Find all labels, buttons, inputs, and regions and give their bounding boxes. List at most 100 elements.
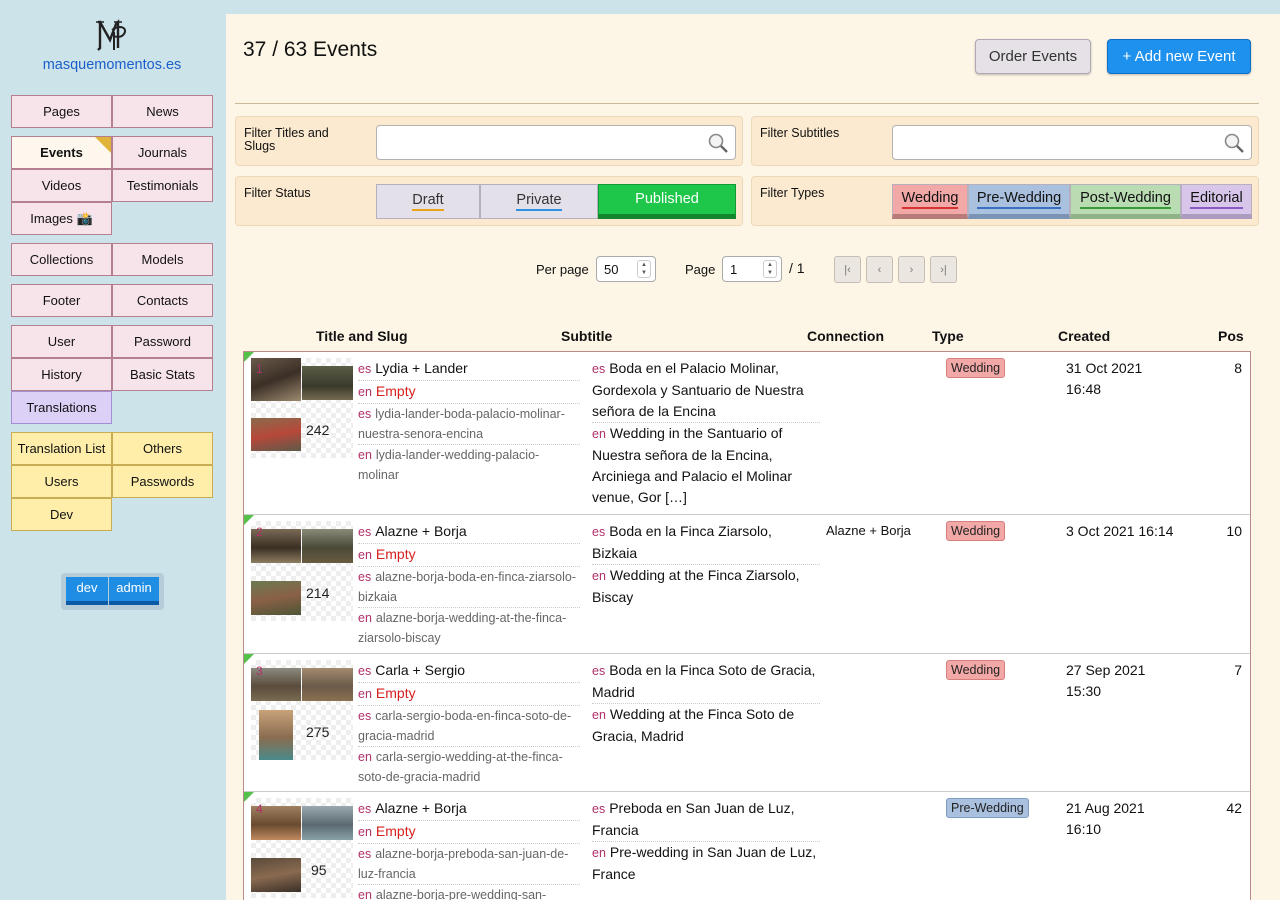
subtitle-text: Boda en la Finca Soto de Gracia, Madrid	[592, 662, 816, 700]
status-draft-label: Draft	[412, 192, 444, 211]
prev-page-button[interactable]: ‹	[866, 256, 893, 283]
type-toggle-group: Wedding Pre-Wedding Post-Wedding Editori…	[892, 184, 1252, 219]
status-draft-toggle[interactable]: Draft	[376, 184, 480, 219]
type-prewedding-label: Pre-Wedding	[976, 190, 1062, 209]
thumbnail-grid[interactable]	[251, 358, 353, 458]
nav-images[interactable]: Images 📸	[11, 202, 112, 235]
nav-contacts[interactable]: Contacts	[112, 284, 213, 317]
status-private-label: Private	[516, 192, 562, 211]
table-row[interactable]: 3 275 es Carla + Sergio en Empty es carla-s…	[244, 654, 1250, 792]
col-header-connection[interactable]: Connection	[807, 328, 884, 344]
lang-tag: en	[358, 611, 372, 625]
event-thumbnail[interactable]	[302, 366, 353, 400]
col-header-pos[interactable]: Pos	[1218, 328, 1244, 344]
nav-users[interactable]: Users	[11, 465, 112, 498]
nav-videos[interactable]: Videos	[11, 169, 112, 202]
nav-journals[interactable]: Journals	[112, 136, 213, 169]
col-header-title[interactable]: Title and Slug	[316, 328, 408, 344]
site-logo[interactable]: masquemomentos.es	[11, 18, 213, 73]
stepper-arrows-icon[interactable]: ▲ ▼	[763, 260, 777, 278]
logo-monogram-icon	[96, 19, 126, 51]
filter-subtitles-input[interactable]	[892, 125, 1252, 160]
event-thumbnail[interactable]	[251, 581, 301, 615]
lang-tag: es	[358, 802, 372, 816]
nav-events[interactable]: Events	[11, 136, 112, 169]
subtitle-cell[interactable]: es Boda en la Finca Ziarsolo, Bizkaia en W…	[592, 521, 820, 608]
per-page-value: 50	[604, 262, 619, 277]
image-count: 242	[306, 422, 330, 438]
next-page-button[interactable]: ›	[898, 256, 925, 283]
page-label: Page	[685, 262, 716, 277]
event-thumbnail[interactable]	[259, 710, 293, 760]
type-wedding-toggle[interactable]: Wedding	[892, 184, 968, 219]
subtitle-cell[interactable]: es Preboda en San Juan de Luz, Francia en…	[592, 798, 820, 885]
nav-collections[interactable]: Collections	[11, 243, 112, 276]
title-text: Empty	[375, 546, 416, 562]
event-thumbnail[interactable]	[302, 529, 353, 563]
table-row[interactable]: 1 242 es Lydia + Lander en Empty es lydia-l…	[244, 352, 1250, 515]
add-event-button[interactable]: + Add new Event	[1107, 39, 1251, 74]
lang-tag: es	[592, 362, 606, 376]
filter-titles-input[interactable]	[376, 125, 736, 160]
table-row[interactable]: 2 214 es Alazne + Borja en Empty es alazne-…	[244, 515, 1250, 654]
page-stepper[interactable]: 1 ▲ ▼	[722, 256, 782, 282]
image-count: 275	[306, 724, 330, 740]
nav-models[interactable]: Models	[112, 243, 213, 276]
col-header-type[interactable]: Type	[932, 328, 964, 344]
nav-footer[interactable]: Footer	[11, 284, 112, 317]
lang-tag: en	[592, 427, 606, 441]
per-page-stepper[interactable]: 50 ▲ ▼	[596, 256, 656, 282]
thumbnail-grid[interactable]	[251, 798, 353, 898]
nav-password[interactable]: Password	[112, 325, 213, 358]
nav-user[interactable]: User	[11, 325, 112, 358]
stepper-arrows-icon[interactable]: ▲ ▼	[637, 260, 651, 278]
type-editorial-toggle[interactable]: Editorial	[1181, 184, 1252, 219]
status-private-toggle[interactable]: Private	[480, 184, 598, 219]
thumbnail-grid[interactable]	[251, 521, 353, 621]
event-thumbnail[interactable]	[302, 806, 353, 840]
first-page-button[interactable]: |‹	[834, 256, 861, 283]
nav-passwords[interactable]: Passwords	[112, 465, 213, 498]
title-slug-cell[interactable]: es Carla + Sergio en Empty es carla-sergio-…	[358, 660, 580, 787]
env-dev-button[interactable]: dev	[66, 577, 108, 605]
title-slug-cell[interactable]: es Lydia + Lander en Empty es lydia-lander-…	[358, 358, 580, 485]
nav-history[interactable]: History	[11, 358, 112, 391]
subtitle-es: es Preboda en San Juan de Luz, Francia	[592, 798, 820, 842]
subtitle-cell[interactable]: es Boda en el Palacio Molinar, Gordexola …	[592, 358, 820, 508]
title-slug-cell[interactable]: es Alazne + Borja en Empty es alazne-borja-…	[358, 798, 580, 900]
event-thumbnail[interactable]	[302, 668, 353, 701]
status-published-label: Published	[635, 191, 699, 207]
title-en: en Empty	[358, 683, 580, 706]
col-header-subtitle[interactable]: Subtitle	[561, 328, 612, 344]
type-prewedding-toggle[interactable]: Pre-Wedding	[968, 184, 1070, 219]
event-thumbnail[interactable]	[251, 858, 301, 892]
subtitle-text: Boda en el Palacio Molinar, Gordexola y …	[592, 360, 804, 419]
nav-basic-stats[interactable]: Basic Stats	[112, 358, 213, 391]
last-page-button[interactable]: ›|	[930, 256, 957, 283]
subtitle-en: en Pre-wedding in San Juan de Luz, France	[592, 842, 820, 885]
title-text: Lydia + Lander	[375, 360, 468, 376]
order-events-button[interactable]: Order Events	[975, 39, 1091, 74]
pos-cell: 10	[1226, 523, 1242, 539]
env-admin-button[interactable]: admin	[109, 577, 159, 605]
site-name[interactable]: masquemomentos.es	[11, 57, 213, 73]
lang-tag: en	[358, 448, 372, 462]
nav-dev[interactable]: Dev	[11, 498, 112, 531]
nav-news[interactable]: News	[112, 95, 213, 128]
nav-testimonials[interactable]: Testimonials	[112, 169, 213, 202]
nav-translation-list[interactable]: Translation List	[11, 432, 112, 465]
subtitle-cell[interactable]: es Boda en la Finca Soto de Gracia, Madri…	[592, 660, 820, 747]
lang-tag: es	[358, 525, 372, 539]
status-published-toggle[interactable]: Published	[598, 184, 736, 219]
thumbnail-grid[interactable]	[251, 660, 353, 760]
lang-tag: es	[592, 802, 606, 816]
col-header-created[interactable]: Created	[1058, 328, 1110, 344]
table-row[interactable]: 4 95 es Alazne + Borja en Empty es alazne-b…	[244, 792, 1250, 900]
event-thumbnail[interactable]	[251, 418, 301, 451]
title-slug-cell[interactable]: es Alazne + Borja en Empty es alazne-borja-…	[358, 521, 580, 648]
type-postwedding-toggle[interactable]: Post-Wedding	[1070, 184, 1181, 219]
nav-translations[interactable]: Translations	[11, 391, 112, 424]
nav-pages[interactable]: Pages	[11, 95, 112, 128]
lang-tag: es	[592, 525, 606, 539]
nav-others[interactable]: Others	[112, 432, 213, 465]
